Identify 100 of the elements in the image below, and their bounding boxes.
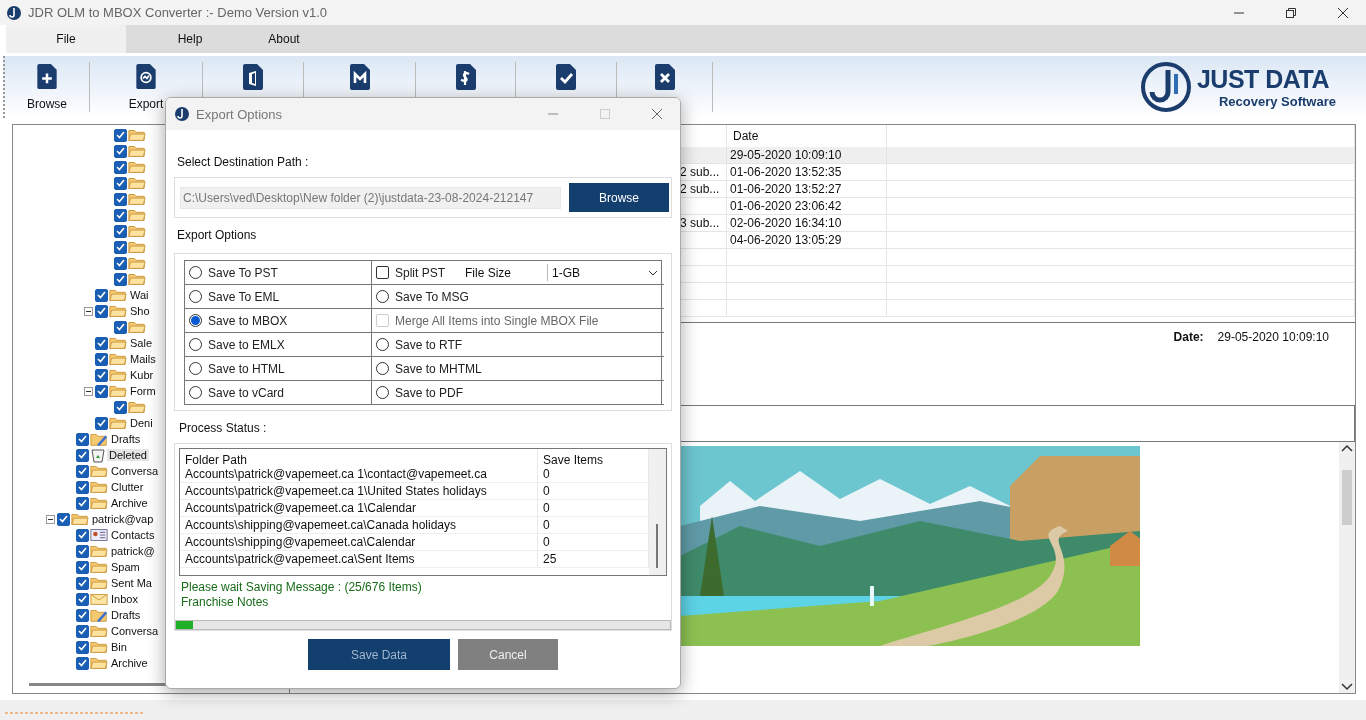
folder-name[interactable]: patrick@	[109, 545, 157, 557]
radio-button[interactable]	[189, 290, 202, 303]
checkbox[interactable]	[376, 266, 389, 279]
folder-name[interactable]: Contacts	[109, 529, 157, 541]
scrollbar[interactable]	[649, 449, 666, 576]
tree-checkbox[interactable]	[95, 304, 108, 318]
tree-checkbox[interactable]	[76, 464, 89, 478]
cancel-button[interactable]: Cancel	[458, 639, 558, 670]
option-label[interactable]: Save to PDF	[395, 385, 464, 400]
tree-checkbox[interactable]	[95, 288, 108, 302]
folder-name[interactable]: Inbox	[109, 593, 140, 605]
folder-name[interactable]: Drafts	[109, 609, 143, 621]
option-label[interactable]: Save To EML	[208, 289, 280, 304]
radio-button[interactable]	[376, 290, 389, 303]
tree-checkbox[interactable]	[76, 640, 89, 654]
tree-checkbox[interactable]	[95, 416, 108, 430]
folder-name[interactable]: Sent Ma	[109, 577, 154, 589]
radio-button[interactable]	[376, 362, 389, 375]
folder-name[interactable]: Conversa	[109, 465, 161, 477]
scroll-up-icon[interactable]	[1341, 444, 1353, 452]
folder-name[interactable]: Sho	[128, 305, 152, 317]
toolbar-button[interactable]: Browse	[5, 62, 90, 112]
folder-name[interactable]: Bin	[109, 641, 129, 653]
folder-name[interactable]: patrick@vap	[90, 513, 156, 525]
folder-name[interactable]: Clutter	[109, 481, 146, 493]
tree-checkbox[interactable]	[114, 192, 127, 206]
radio-button[interactable]	[189, 314, 202, 327]
collapse-toggle[interactable]	[84, 386, 93, 396]
tree-checkbox[interactable]	[95, 336, 108, 350]
tree-checkbox[interactable]	[76, 560, 89, 574]
tree-checkbox[interactable]	[114, 176, 127, 190]
tree-checkbox[interactable]	[76, 576, 89, 590]
radio-button[interactable]	[189, 362, 202, 375]
folder-name[interactable]: Sale	[128, 337, 155, 349]
folder-name[interactable]: Wai	[128, 289, 151, 301]
tree-checkbox[interactable]	[114, 160, 127, 174]
option-label[interactable]: Save to RTF	[395, 337, 463, 352]
scroll-down-icon[interactable]	[1341, 683, 1353, 691]
folder-icon	[128, 128, 146, 142]
radio-button[interactable]	[189, 266, 202, 279]
folder-name[interactable]: Deleted	[107, 449, 149, 461]
size-dropdown[interactable]: 1-GB	[547, 264, 662, 281]
mail-document-icon	[347, 62, 372, 92]
tree-checkbox[interactable]	[76, 592, 89, 606]
browse-button[interactable]: Browse	[569, 183, 669, 212]
collapse-toggle[interactable]	[84, 306, 93, 316]
radio-button[interactable]	[189, 338, 202, 351]
scroll-thumb[interactable]	[1342, 470, 1352, 525]
tree-checkbox[interactable]	[114, 240, 127, 254]
tree-checkbox[interactable]	[76, 624, 89, 638]
option-label[interactable]: Save to HTML	[208, 361, 285, 376]
option-label[interactable]: Save to vCard	[208, 385, 285, 400]
folder-name[interactable]: Archive	[109, 657, 150, 669]
radio-button[interactable]	[189, 386, 202, 399]
tree-checkbox[interactable]	[114, 208, 127, 222]
tree-checkbox[interactable]	[76, 480, 89, 494]
option-label[interactable]: Save to MBOX	[208, 313, 288, 328]
folder-name[interactable]: Drafts	[109, 433, 143, 445]
tree-checkbox[interactable]	[76, 448, 89, 462]
folder-name[interactable]: Spam	[109, 561, 142, 573]
folder-name[interactable]: Kubr	[128, 369, 156, 381]
option-label[interactable]: Save to MHTML	[395, 361, 482, 376]
table-cell: 02-06-2020 16:34:10	[727, 215, 887, 232]
folder-name[interactable]: Mails	[128, 353, 158, 365]
table-cell: Accounts\patrick@vapemeet.ca\Sent Items	[180, 551, 538, 568]
menu-item[interactable]: Help	[126, 25, 254, 53]
path-field[interactable]: C:\Users\ved\Desktop\New folder (2)\justdata-23-08-2024-212147	[180, 186, 561, 209]
tree-checkbox[interactable]	[76, 496, 89, 510]
option-label[interactable]: Save To MSG	[395, 289, 469, 304]
tree-checkbox[interactable]	[95, 384, 108, 398]
tree-checkbox[interactable]	[76, 432, 89, 446]
tree-checkbox[interactable]	[76, 656, 89, 670]
tree-checkbox[interactable]	[114, 320, 127, 334]
tree-checkbox[interactable]	[114, 224, 127, 238]
tree-checkbox[interactable]	[76, 544, 89, 558]
menu-item[interactable]: File	[6, 25, 126, 53]
radio-button[interactable]	[376, 386, 389, 399]
radio-button[interactable]	[376, 338, 389, 351]
tree-checkbox[interactable]	[95, 352, 108, 366]
menu-item[interactable]: About	[254, 25, 314, 53]
tree-checkbox[interactable]	[57, 512, 70, 526]
tree-checkbox[interactable]	[95, 368, 108, 382]
tree-checkbox[interactable]	[76, 528, 89, 542]
tree-checkbox[interactable]	[114, 128, 127, 142]
scrollbar[interactable]	[1339, 442, 1355, 693]
tree-checkbox[interactable]	[76, 608, 89, 622]
save-button[interactable]: Save Data	[308, 639, 450, 670]
folder-name[interactable]: Form	[128, 385, 158, 397]
option-label[interactable]: Save to EMLX	[208, 337, 285, 352]
collapse-toggle[interactable]	[46, 514, 55, 524]
tree-checkbox[interactable]	[114, 272, 127, 286]
folder-name[interactable]: Deni	[128, 417, 155, 429]
option-label[interactable]: Split PST	[395, 265, 445, 280]
tree-checkbox[interactable]	[114, 144, 127, 158]
folder-icon	[90, 496, 108, 510]
tree-checkbox[interactable]	[114, 256, 127, 270]
folder-name[interactable]: Conversa	[109, 625, 161, 637]
folder-name[interactable]: Archive	[109, 497, 150, 509]
tree-checkbox[interactable]	[114, 400, 127, 414]
option-label[interactable]: Save To PST	[208, 265, 278, 280]
